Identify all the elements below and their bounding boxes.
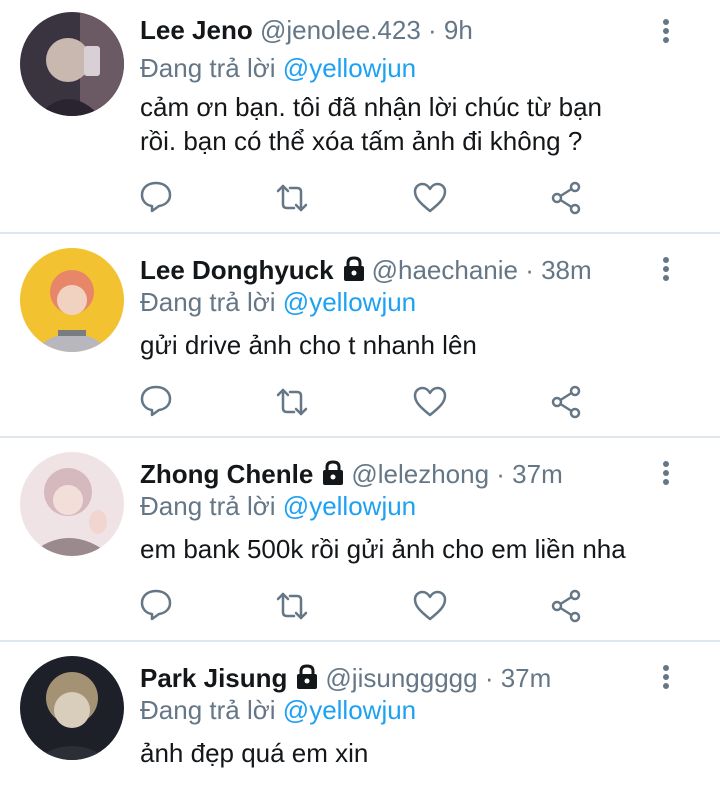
reply-mention-link[interactable]: @yellowjun (283, 53, 416, 83)
avatar[interactable] (20, 452, 124, 556)
reply-prefix: Đang trả lời (140, 695, 276, 725)
reply-context: Đang trả lời @yellowjun (140, 286, 416, 318)
display-name[interactable]: Lee Jeno (140, 15, 253, 45)
reply-mention-link[interactable]: @yellowjun (283, 287, 416, 317)
username-handle[interactable]: @jisunggggg (325, 663, 477, 693)
tweet-card[interactable]: Park Jisung @jisunggggg · 37m Đang trả lờ… (0, 642, 720, 786)
tweet-text-line: gửi drive ảnh cho t nhanh lên (140, 330, 477, 360)
like-icon[interactable] (412, 588, 452, 628)
tweet-text: ảnh đẹp quá em xin (140, 736, 660, 770)
share-icon[interactable] (548, 180, 588, 220)
retweet-icon[interactable] (274, 180, 314, 220)
tweet-text-line: ảnh đẹp quá em xin (140, 738, 369, 768)
more-icon[interactable] (654, 254, 678, 286)
avatar[interactable] (20, 248, 124, 352)
reply-prefix: Đang trả lời (140, 53, 276, 83)
display-name[interactable]: Zhong Chenle (140, 459, 313, 489)
avatar[interactable] (20, 12, 124, 116)
share-icon[interactable] (548, 384, 588, 424)
username-handle[interactable]: @jenolee.423 (260, 15, 421, 45)
tweet-card[interactable]: Lee Jeno @jenolee.423 · 9h Đang trả lời … (0, 0, 720, 232)
tweet-text-line: cảm ơn bạn. tôi đã nhận lời chúc từ bạn (140, 92, 602, 122)
more-icon[interactable] (654, 16, 678, 48)
reply-mention-link[interactable]: @yellowjun (283, 695, 416, 725)
reply-context: Đang trả lời @yellowjun (140, 490, 416, 522)
timestamp[interactable]: · 37m (496, 459, 562, 489)
reply-prefix: Đang trả lời (140, 491, 276, 521)
more-icon[interactable] (654, 458, 678, 490)
tweet-card[interactable]: Lee Donghyuck @haechanie · 38m Đang trả l… (0, 234, 720, 434)
like-icon[interactable] (412, 180, 452, 220)
comment-icon[interactable] (138, 178, 178, 218)
timestamp[interactable]: · 37m (485, 663, 551, 693)
like-icon[interactable] (412, 384, 452, 424)
username-handle[interactable]: @lelezhong (351, 459, 489, 489)
more-icon[interactable] (654, 662, 678, 694)
share-icon[interactable] (548, 588, 588, 628)
username-handle[interactable]: @haechanie (372, 255, 518, 285)
reply-context: Đang trả lời @yellowjun (140, 52, 416, 84)
tweet-text: cảm ơn bạn. tôi đã nhận lời chúc từ bạn … (140, 90, 660, 158)
tweet-text: em bank 500k rồi gửi ảnh cho em liền nha (140, 532, 680, 566)
reply-context: Đang trả lời @yellowjun (140, 694, 416, 726)
tweet-text: gửi drive ảnh cho t nhanh lên (140, 328, 660, 362)
lock-icon (295, 664, 319, 697)
comment-icon[interactable] (138, 586, 178, 626)
retweet-icon[interactable] (274, 588, 314, 628)
tweet-text-line: em bank 500k rồi gửi ảnh cho em liền nha (140, 534, 626, 564)
reply-mention-link[interactable]: @yellowjun (283, 491, 416, 521)
timestamp[interactable]: · 9h (428, 15, 473, 45)
lock-icon (321, 460, 345, 493)
lock-icon (342, 256, 366, 289)
timestamp[interactable]: · 38m (525, 255, 591, 285)
tweet-text-line: rồi. bạn có thể xóa tấm ảnh đi không ? (140, 126, 583, 156)
comment-icon[interactable] (138, 382, 178, 422)
display-name[interactable]: Park Jisung (140, 663, 287, 693)
tweet-card[interactable]: Zhong Chenle @lelezhong · 37m Đang trả lờ… (0, 438, 720, 640)
display-name[interactable]: Lee Donghyuck (140, 255, 334, 285)
avatar[interactable] (20, 656, 124, 760)
retweet-icon[interactable] (274, 384, 314, 424)
reply-prefix: Đang trả lời (140, 287, 276, 317)
